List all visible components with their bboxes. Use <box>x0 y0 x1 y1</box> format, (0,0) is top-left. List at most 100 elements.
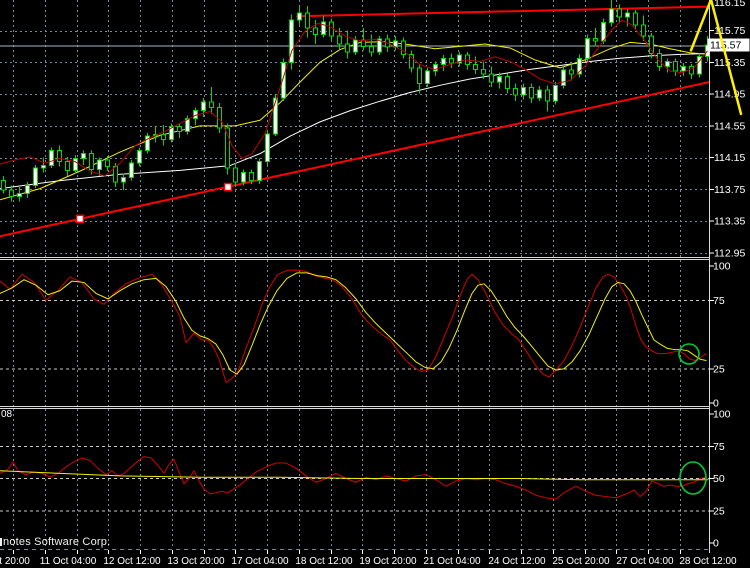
candle-body <box>585 37 590 59</box>
price-axis-label: 112.95 <box>714 247 745 259</box>
price-axis-label: 116.15 <box>714 0 745 9</box>
trendline-handle[interactable] <box>75 214 85 224</box>
candle-body <box>625 12 630 18</box>
candle-body <box>617 8 622 18</box>
candle-body <box>89 153 94 171</box>
candle-body <box>353 39 358 53</box>
candle-body <box>65 161 70 171</box>
candle-body <box>241 172 246 183</box>
candle-body <box>313 27 318 35</box>
candle-body <box>297 12 302 21</box>
time-axis-label: 17 Oct 04:00 <box>231 556 289 567</box>
candle-body <box>673 60 678 72</box>
price-axis-label: 113.35 <box>714 216 745 228</box>
price-axis-label: 114.15 <box>714 152 745 164</box>
time-axis-label: 19 Oct 20:00 <box>359 556 417 567</box>
candle-body <box>41 165 46 169</box>
candle-body <box>497 76 502 83</box>
candle-body <box>433 64 438 72</box>
candle-body <box>25 184 30 194</box>
candle-body <box>569 69 574 75</box>
candle-body <box>81 153 86 159</box>
candle-body <box>105 159 110 167</box>
candle-body <box>161 134 166 140</box>
stoch-scale-label: 75 <box>713 295 725 307</box>
candle-body <box>513 87 518 96</box>
candle-body <box>137 149 142 164</box>
candle-body <box>129 162 134 178</box>
candle-body <box>345 43 350 53</box>
time-axis-label: 25 Oct 20:00 <box>552 556 610 567</box>
candle-body <box>505 76 510 89</box>
candle-body <box>681 65 686 72</box>
copyright-watermark: notes Software Corp. <box>3 536 111 548</box>
candle-body <box>609 8 614 24</box>
candle-body <box>209 101 214 109</box>
candle-body <box>449 57 454 64</box>
stoch-scale-label: 25 <box>713 363 725 375</box>
current-price-value: 115.57 <box>710 40 741 52</box>
candle-body <box>633 12 638 26</box>
candle-body <box>233 167 238 183</box>
time-axis-label: 28 Oct 12:00 <box>679 556 737 567</box>
candle-body <box>641 24 646 37</box>
time-axis-label: 18 Oct 12:00 <box>295 556 353 567</box>
candle-body <box>201 101 206 112</box>
candle-body <box>593 37 598 42</box>
candle-body <box>521 87 526 96</box>
candle-body <box>545 89 550 102</box>
candle-body <box>97 159 102 171</box>
candle-body <box>273 97 278 135</box>
candle-body <box>481 68 486 75</box>
candle-body <box>473 64 478 70</box>
candle-body <box>689 65 694 75</box>
candle-body <box>17 192 22 198</box>
chart-background <box>0 0 750 568</box>
chart-canvas[interactable]: 116.15115.75115.35114.95114.55114.15113.… <box>0 0 750 568</box>
trading-chart-window[interactable]: 116.15 115.75 115.35 114.95 114.55 114.15 113.… <box>0 0 750 568</box>
candle-body <box>1 180 6 191</box>
candle-body <box>121 176 126 183</box>
rsi-scale-label: 25 <box>713 505 725 517</box>
rsi-scale-label: 50 <box>713 473 725 485</box>
time-axis-label: 11 Oct 04:00 <box>40 556 97 567</box>
candle-body <box>441 57 446 66</box>
candle-body <box>665 60 670 67</box>
candle-body <box>305 12 310 29</box>
candle-body <box>529 87 534 99</box>
candle-body <box>369 45 374 53</box>
time-axis-label: 24 Oct 12:00 <box>488 556 546 567</box>
rsi-scale-label: 100 <box>713 409 731 421</box>
candle-body <box>537 89 542 99</box>
candle-body <box>249 172 254 182</box>
time-axis-label: 12 Oct 12:00 <box>103 556 161 567</box>
candle-body <box>561 69 566 86</box>
time-axis-label: 13 Oct 20:00 <box>167 556 225 567</box>
price-axis-label: 114.55 <box>714 120 745 132</box>
candle-body <box>49 149 54 167</box>
rsi-scale-label: 75 <box>713 441 725 453</box>
current-price-box: 115.57 <box>707 38 750 52</box>
trendline-handle[interactable] <box>223 182 233 192</box>
candle-body <box>33 167 38 186</box>
candle-body <box>57 149 62 163</box>
candle-body <box>177 126 182 132</box>
candle-body <box>417 67 422 85</box>
price-axis-label: 113.75 <box>714 184 745 196</box>
candle-body <box>73 157 78 171</box>
candle-body <box>337 35 342 45</box>
price-axis-label: 114.95 <box>714 89 745 101</box>
time-axis-label: 21 Oct 04:00 <box>423 556 481 567</box>
cut-glyph-sliver <box>0 538 2 546</box>
rsi-scale-label: 0 <box>713 538 719 550</box>
candle-body <box>321 21 326 35</box>
candle-body <box>257 161 262 182</box>
candle-body <box>425 70 430 85</box>
candle-body <box>265 133 270 163</box>
time-axis-label: 27 Oct 04:00 <box>616 556 674 567</box>
candle-body <box>553 84 558 102</box>
stoch-scale-label: 100 <box>713 261 731 273</box>
indicator-label-fragment: 08 <box>1 409 13 420</box>
candle-body <box>489 73 494 83</box>
time-axis-label: 9 Oct 20:00 <box>0 556 30 567</box>
